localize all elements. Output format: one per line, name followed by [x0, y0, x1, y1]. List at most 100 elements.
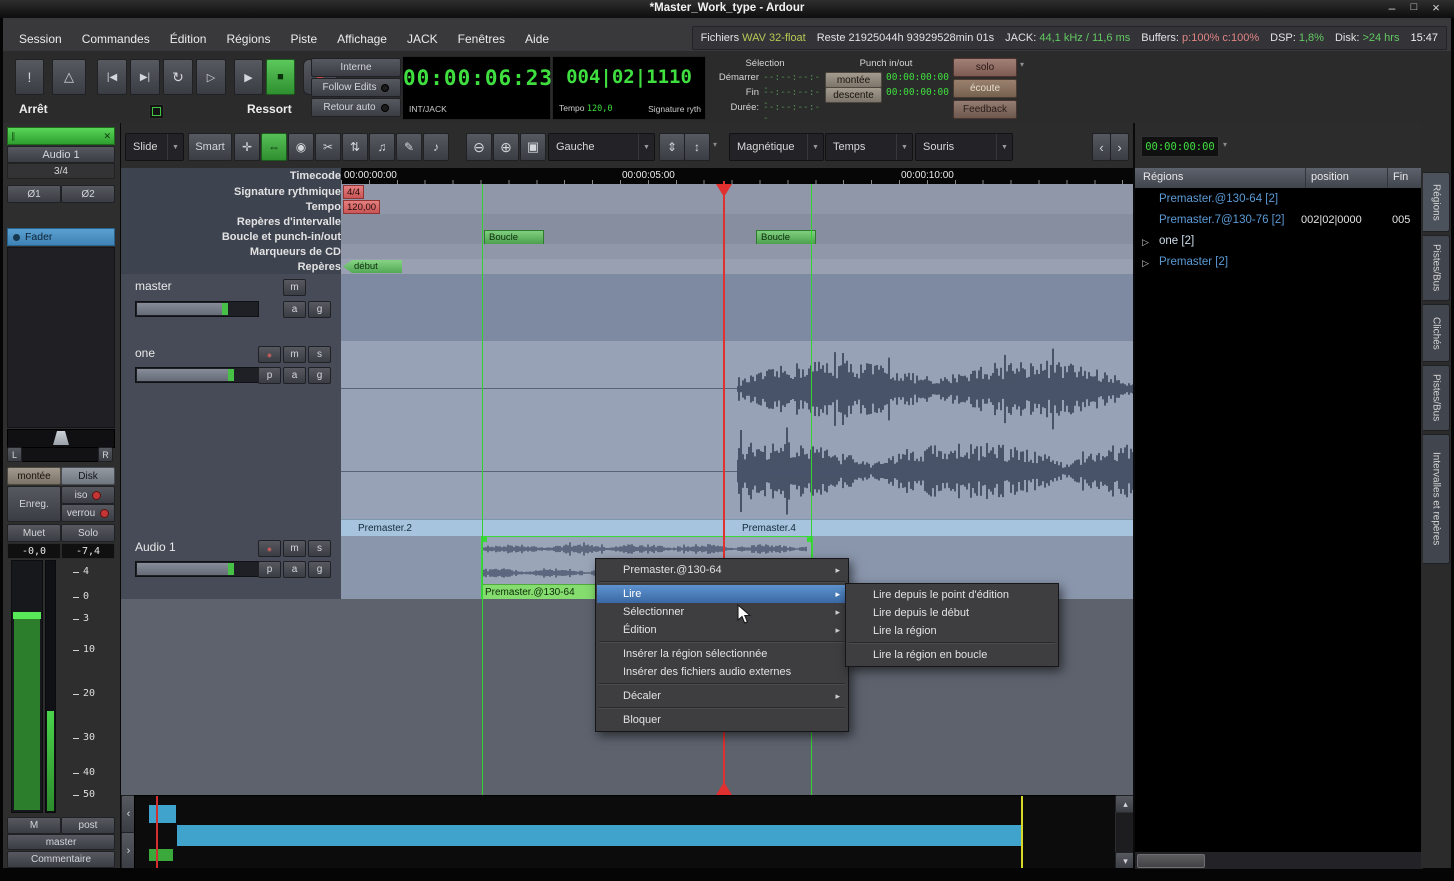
panner-handle[interactable]	[53, 431, 69, 445]
summary-zoom-out-button[interactable]: ▾	[1115, 852, 1134, 868]
submenu-item-lire-debut[interactable]: Lire depuis le début	[847, 604, 1057, 622]
record-arm-button[interactable]: ●	[258, 346, 281, 363]
tool-grab-button[interactable]: ✛	[234, 133, 260, 161]
tool-stretch-button[interactable]: ⇅	[342, 133, 368, 161]
auto-return-button[interactable]: Retour auto	[311, 98, 401, 117]
gain-fader[interactable]	[11, 560, 43, 813]
track-name[interactable]: one	[135, 346, 155, 360]
loop-button[interactable]: ↻	[163, 59, 193, 95]
mute-button[interactable]: Muet	[7, 524, 61, 542]
menu-regions[interactable]: Régions	[216, 32, 280, 46]
punch-out-button[interactable]: descente	[825, 87, 882, 103]
meter-point-button[interactable]: post	[61, 817, 115, 834]
go-start-button[interactable]: |◀	[97, 59, 127, 95]
menu-item-decaler[interactable]: Décaler ▸	[597, 687, 847, 705]
follow-edits-button[interactable]: Follow Edits	[311, 78, 401, 97]
solo-caret-icon[interactable]: ▾	[1020, 60, 1024, 69]
tab-ranges-marks[interactable]: Intervalles et repères	[1423, 434, 1450, 564]
primary-clock[interactable]: 00:00:06:23 INT/JACK	[402, 56, 552, 120]
fader-tab[interactable]: Fader	[7, 228, 115, 246]
processor-box[interactable]	[7, 247, 115, 428]
punch-in-time[interactable]: 00:00:00:00	[882, 72, 949, 87]
smart-mode-button[interactable]: Smart	[188, 133, 232, 161]
stop-button[interactable]: ■	[266, 59, 295, 95]
sel-duration-value[interactable]: --:--:--:--	[763, 102, 825, 124]
timecode-ruler[interactable]: 00:00:00:00 00:00:05:00 00:00:10:00	[341, 168, 1134, 184]
gain-fader-handle[interactable]	[13, 612, 41, 619]
region-list-row[interactable]: Premaster.@130-64 [2]	[1135, 190, 1423, 211]
maximize-button[interactable]: □	[1404, 1, 1424, 13]
menu-fenetres[interactable]: Fenêtres	[448, 32, 515, 46]
solo-track-button[interactable]: s	[308, 540, 331, 557]
menu-edition[interactable]: Édition	[160, 32, 217, 46]
scrollbar-thumb[interactable]	[1137, 854, 1205, 868]
menu-item-selectionner[interactable]: Sélectionner ▸	[597, 603, 847, 621]
sel-end-value[interactable]: --:--:--:--	[763, 87, 825, 109]
strip-track-name-button[interactable]: Audio 1	[7, 146, 115, 163]
regions-hscrollbar[interactable]	[1135, 851, 1423, 869]
menu-piste[interactable]: Piste	[280, 32, 327, 46]
region-name-bar[interactable]: Premaster.4	[737, 519, 1134, 536]
metronome-button[interactable]: △	[52, 59, 86, 95]
menu-item-inserer-fichiers[interactable]: Insérer des fichiers audio externes	[597, 663, 847, 681]
tab-tracks-busses[interactable]: Pistes/Bus	[1423, 235, 1450, 301]
secondary-clock[interactable]: 004|02|1110 Tempo 120,0 Signature ryth	[552, 56, 706, 120]
submenu-item-lire-region-boucle[interactable]: Lire la région en boucle	[847, 646, 1057, 664]
mixer-strip-header[interactable]: ∥ ✕	[7, 127, 115, 145]
transport-checkbox[interactable]	[149, 104, 164, 119]
punch-in-button[interactable]: montée	[825, 72, 882, 88]
column-position[interactable]: position	[1311, 171, 1349, 183]
group-button[interactable]: g	[308, 367, 331, 384]
nav-prev-button[interactable]: ‹	[1092, 133, 1111, 161]
group-button[interactable]: g	[308, 301, 331, 318]
track-name[interactable]: master	[135, 279, 172, 293]
strip-close-icon[interactable]: ✕	[103, 131, 114, 142]
strip-punch-in-button[interactable]: montée	[7, 467, 61, 485]
zoom-in-button[interactable]: ⊕	[493, 133, 519, 161]
submenu-item-lire-point-edition[interactable]: Lire depuis le point d'édition	[847, 586, 1057, 604]
start-marker[interactable]: début	[343, 260, 402, 273]
playhead-bottom-marker[interactable]	[716, 782, 732, 795]
track-content-master[interactable]	[341, 274, 1134, 342]
gain-display[interactable]: -0,0	[7, 543, 61, 559]
record-arm-button[interactable]: ●	[258, 540, 281, 557]
edit-point-select[interactable]: Gauche ▼	[548, 133, 655, 161]
marker-ruler[interactable]: début	[341, 259, 1134, 275]
solo-track-button[interactable]: s	[308, 346, 331, 363]
toolbar-caret-icon[interactable]: ▾	[713, 140, 717, 149]
lock-button[interactable]: verrou	[61, 504, 115, 522]
record-enable-button[interactable]: Enreg.	[7, 486, 61, 522]
nav-next-button[interactable]: ›	[1110, 133, 1129, 161]
region-name-bar[interactable]: Premaster.2	[341, 519, 737, 536]
group-button[interactable]: g	[308, 561, 331, 578]
track-fader[interactable]	[135, 301, 259, 317]
pan-left-button[interactable]: L	[7, 447, 22, 462]
go-end-button[interactable]: ▶|	[130, 59, 160, 95]
tool-cut-button[interactable]: ✂	[315, 133, 341, 161]
track-content-one[interactable]: Premaster.2 Premaster.4	[341, 341, 1134, 537]
midi-panic-button[interactable]: !	[15, 59, 44, 95]
menu-item-edition[interactable]: Édition ▸	[597, 621, 847, 639]
track-header-master[interactable]: master m a g	[121, 274, 342, 342]
pan-right-button[interactable]: R	[98, 447, 113, 462]
solo-button[interactable]: solo	[953, 58, 1017, 77]
region-list-row[interactable]: ▷ one [2]	[1135, 232, 1423, 253]
track-name[interactable]: Audio 1	[135, 540, 176, 554]
iso-button[interactable]: iso	[61, 486, 115, 504]
signature-ruler[interactable]: 4/4	[341, 184, 1134, 200]
automation-button[interactable]: a	[283, 561, 306, 578]
menu-jack[interactable]: JACK	[397, 32, 448, 46]
menu-item-bloquer[interactable]: Bloquer	[597, 711, 847, 729]
output-button[interactable]: master	[7, 834, 115, 850]
cd-marker-ruler[interactable]	[341, 244, 1134, 260]
titlebar[interactable]: *Master_Work_type - Ardour – □ ×	[0, 0, 1454, 18]
playhead-top-marker[interactable]	[716, 184, 732, 197]
mute-track-button[interactable]: m	[283, 346, 306, 363]
loop-start-marker[interactable]: Boucle	[484, 230, 544, 245]
expand-arrow-icon[interactable]: ▷	[1142, 258, 1149, 269]
loop-start-line[interactable]	[482, 184, 483, 795]
menu-item-lire[interactable]: Lire ▸	[597, 585, 847, 603]
mono-button[interactable]: M	[7, 817, 61, 834]
snap-unit-select[interactable]: Temps ▼	[825, 133, 913, 161]
comments-button[interactable]: Commentaire	[7, 851, 115, 868]
